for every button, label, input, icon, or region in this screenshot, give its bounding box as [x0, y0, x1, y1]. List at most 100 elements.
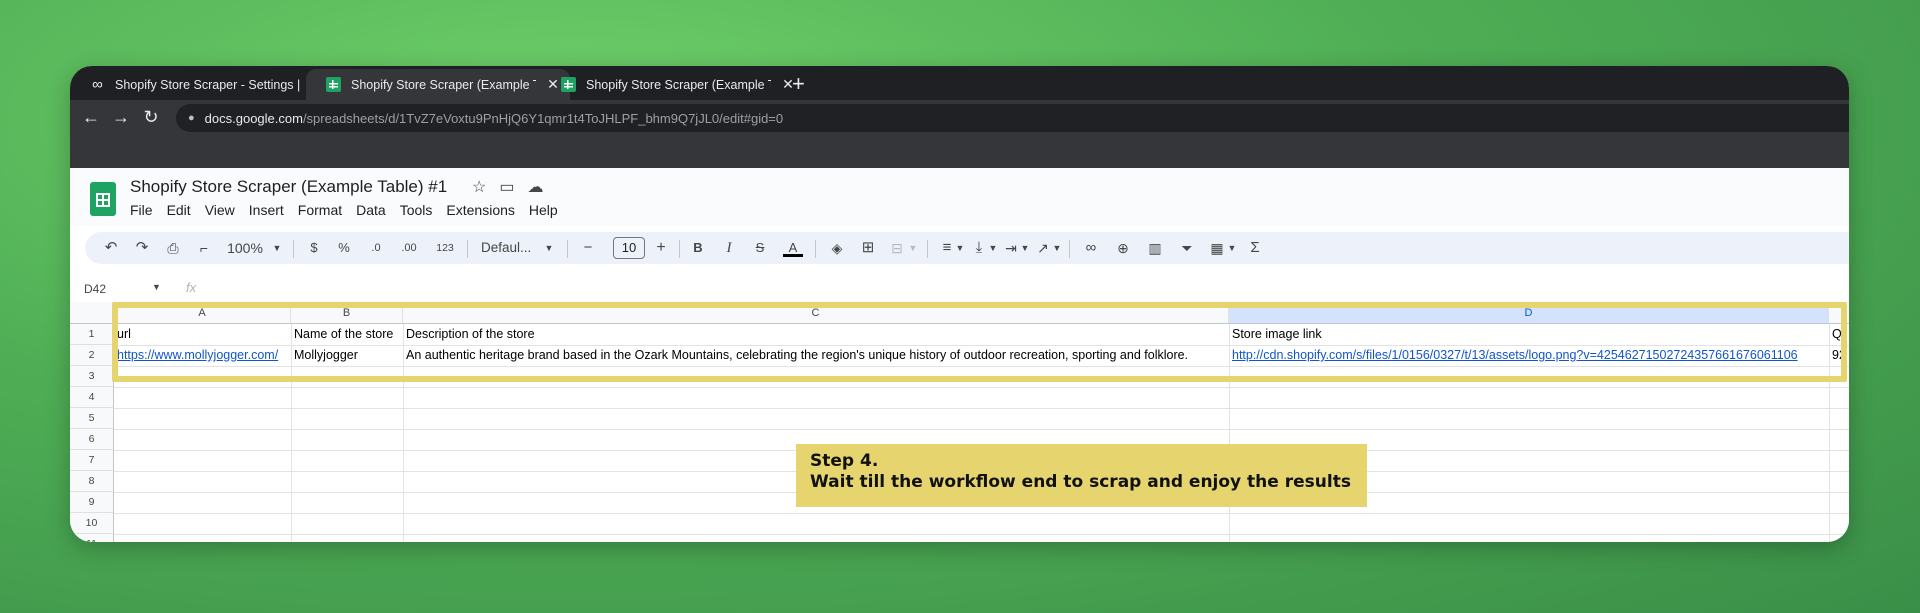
text-rotation-icon[interactable]: ↗	[1033, 239, 1053, 257]
menu-extensions[interactable]: Extensions	[446, 202, 514, 218]
more-formats-button[interactable]: 123	[433, 239, 457, 257]
title-actions: ☆ ▭ ☁	[472, 177, 543, 197]
forward-icon[interactable]: →	[110, 107, 132, 128]
menu-view[interactable]: View	[205, 202, 235, 218]
url-host: docs.google.com	[204, 110, 303, 126]
formatting-toolbar: ↶ ↷ ⎙ ⌐ 100% ▼ $ % .0 .00 123 Defaul... …	[85, 232, 1849, 264]
back-icon[interactable]: ←	[80, 107, 102, 128]
highlight-frame	[112, 302, 1847, 382]
row-header[interactable]: 2	[70, 345, 114, 366]
menu-help[interactable]: Help	[529, 202, 558, 218]
chevron-down-icon[interactable]: ▼	[1226, 239, 1238, 257]
row-gridline	[114, 429, 1849, 430]
menu-tools[interactable]: Tools	[400, 202, 433, 218]
site-info-icon[interactable]: ●	[188, 112, 195, 124]
functions-button[interactable]: Σ	[1245, 239, 1265, 257]
row-header[interactable]: 9	[70, 492, 114, 513]
merge-cells-icon: ⊟	[891, 240, 903, 256]
new-tab-button[interactable]: +	[792, 71, 805, 97]
menu-bar: File Edit View Insert Format Data Tools …	[130, 202, 572, 218]
filter-views-icon[interactable]: ▦	[1207, 239, 1227, 257]
currency-format-button[interactable]: $	[307, 239, 321, 257]
menu-format[interactable]: Format	[298, 202, 342, 218]
toolbar-divider	[567, 240, 568, 258]
chevron-down-icon[interactable]: ▼	[152, 282, 161, 292]
increase-decimal-button[interactable]: .00	[397, 239, 421, 257]
callout-step-title: Step 4.	[810, 451, 879, 471]
tab-strip: ∞ Shopify Store Scraper - Settings | ✕ S…	[70, 66, 1849, 100]
increase-font-size-button[interactable]: +	[654, 239, 668, 257]
tab-example-table[interactable]: Shopify Store Scraper (Example T ✕	[541, 69, 805, 100]
select-all-corner[interactable]	[70, 302, 114, 324]
row-header[interactable]: 1	[70, 324, 114, 345]
tab-example-table-active[interactable]: Shopify Store Scraper (Example T ✕	[306, 69, 570, 100]
chevron-down-icon[interactable]: ▼	[271, 239, 283, 257]
sheets-icon	[326, 77, 341, 92]
document-title[interactable]: Shopify Store Scraper (Example Table) #1	[130, 177, 447, 197]
menu-insert[interactable]: Insert	[249, 202, 284, 218]
zoom-select[interactable]: 100%	[225, 239, 265, 257]
insert-comment-icon[interactable]: ⊕	[1113, 239, 1133, 257]
tab-title: Shopify Store Scraper (Example T	[586, 77, 771, 92]
vertical-align-icon[interactable]: ⤓	[969, 239, 989, 257]
row-gridline	[114, 387, 1849, 388]
italic-button[interactable]: I	[722, 239, 736, 257]
strikethrough-button[interactable]: S	[753, 239, 767, 257]
paint-format-icon[interactable]: ⌐	[194, 239, 214, 257]
callout-step-text: Wait till the workflow end to scrap and …	[810, 472, 1351, 492]
menu-edit[interactable]: Edit	[167, 202, 191, 218]
menu-data[interactable]: Data	[356, 202, 386, 218]
chevron-down-icon[interactable]: ▼	[543, 239, 555, 257]
row-header[interactable]: 6	[70, 429, 114, 450]
font-select[interactable]: Defaul...	[481, 239, 537, 257]
row-header[interactable]: 5	[70, 408, 114, 429]
sheets-icon	[561, 77, 576, 92]
row-header[interactable]: 10	[70, 513, 114, 534]
formula-bar: D42 ▼ fx	[70, 276, 1849, 302]
name-box[interactable]: D42	[84, 282, 106, 296]
step-callout: Step 4. Wait till the workflow end to sc…	[796, 444, 1367, 507]
decrease-font-size-button[interactable]: −	[581, 239, 595, 257]
row-gridline	[114, 534, 1849, 535]
text-color-button[interactable]: A	[783, 239, 803, 257]
toolbar-divider	[815, 240, 816, 258]
move-folder-icon[interactable]: ▭	[499, 177, 514, 197]
bold-button[interactable]: B	[691, 239, 705, 257]
insert-link-icon[interactable]: ∞	[1081, 239, 1101, 257]
borders-icon[interactable]: ⊞	[858, 239, 878, 257]
toolbar-divider	[927, 240, 928, 258]
undo-icon[interactable]: ↶	[101, 239, 121, 257]
sheets-header: Shopify Store Scraper (Example Table) #1…	[70, 168, 1849, 226]
fill-color-icon[interactable]: ◈	[827, 239, 847, 257]
address-bar[interactable]: ● docs.google.com/spreadsheets/d/1TvZ7eV…	[176, 104, 1849, 132]
insert-chart-icon[interactable]: ▥	[1145, 239, 1165, 257]
reload-icon[interactable]: ↻	[140, 107, 162, 128]
cloud-status-icon[interactable]: ☁	[527, 177, 543, 197]
chevron-down-icon[interactable]: ▼	[954, 239, 966, 257]
tab-settings[interactable]: ∞ Shopify Store Scraper - Settings | ✕	[70, 69, 334, 100]
row-header[interactable]: 11	[70, 534, 114, 542]
menu-file[interactable]: File	[130, 202, 153, 218]
toolbar-divider	[293, 240, 294, 258]
redo-icon[interactable]: ↷	[132, 239, 152, 257]
text-wrapping-icon[interactable]: ⇥	[1001, 239, 1021, 257]
decrease-decimal-button[interactable]: .0	[365, 239, 387, 257]
row-header[interactable]: 3	[70, 366, 114, 387]
chevron-down-icon[interactable]: ▼	[1051, 239, 1063, 257]
chevron-down-icon: ▼	[908, 243, 918, 253]
sheets-logo-icon[interactable]	[90, 182, 116, 216]
percent-format-button[interactable]: %	[337, 239, 351, 257]
font-size-input[interactable]: 10	[613, 237, 645, 259]
print-icon[interactable]: ⎙	[163, 239, 183, 257]
row-gridline	[114, 408, 1849, 409]
chevron-down-icon[interactable]: ▼	[1019, 239, 1031, 257]
toolbar-divider	[1069, 240, 1070, 258]
row-header[interactable]: 8	[70, 471, 114, 492]
star-icon[interactable]: ☆	[472, 177, 486, 197]
row-header[interactable]: 7	[70, 450, 114, 471]
toolbar-divider	[467, 240, 468, 258]
chevron-down-icon[interactable]: ▼	[987, 239, 999, 257]
row-header[interactable]: 4	[70, 387, 114, 408]
tab-title: Shopify Store Scraper - Settings |	[115, 77, 300, 92]
filter-icon[interactable]: ⏷	[1177, 239, 1197, 257]
